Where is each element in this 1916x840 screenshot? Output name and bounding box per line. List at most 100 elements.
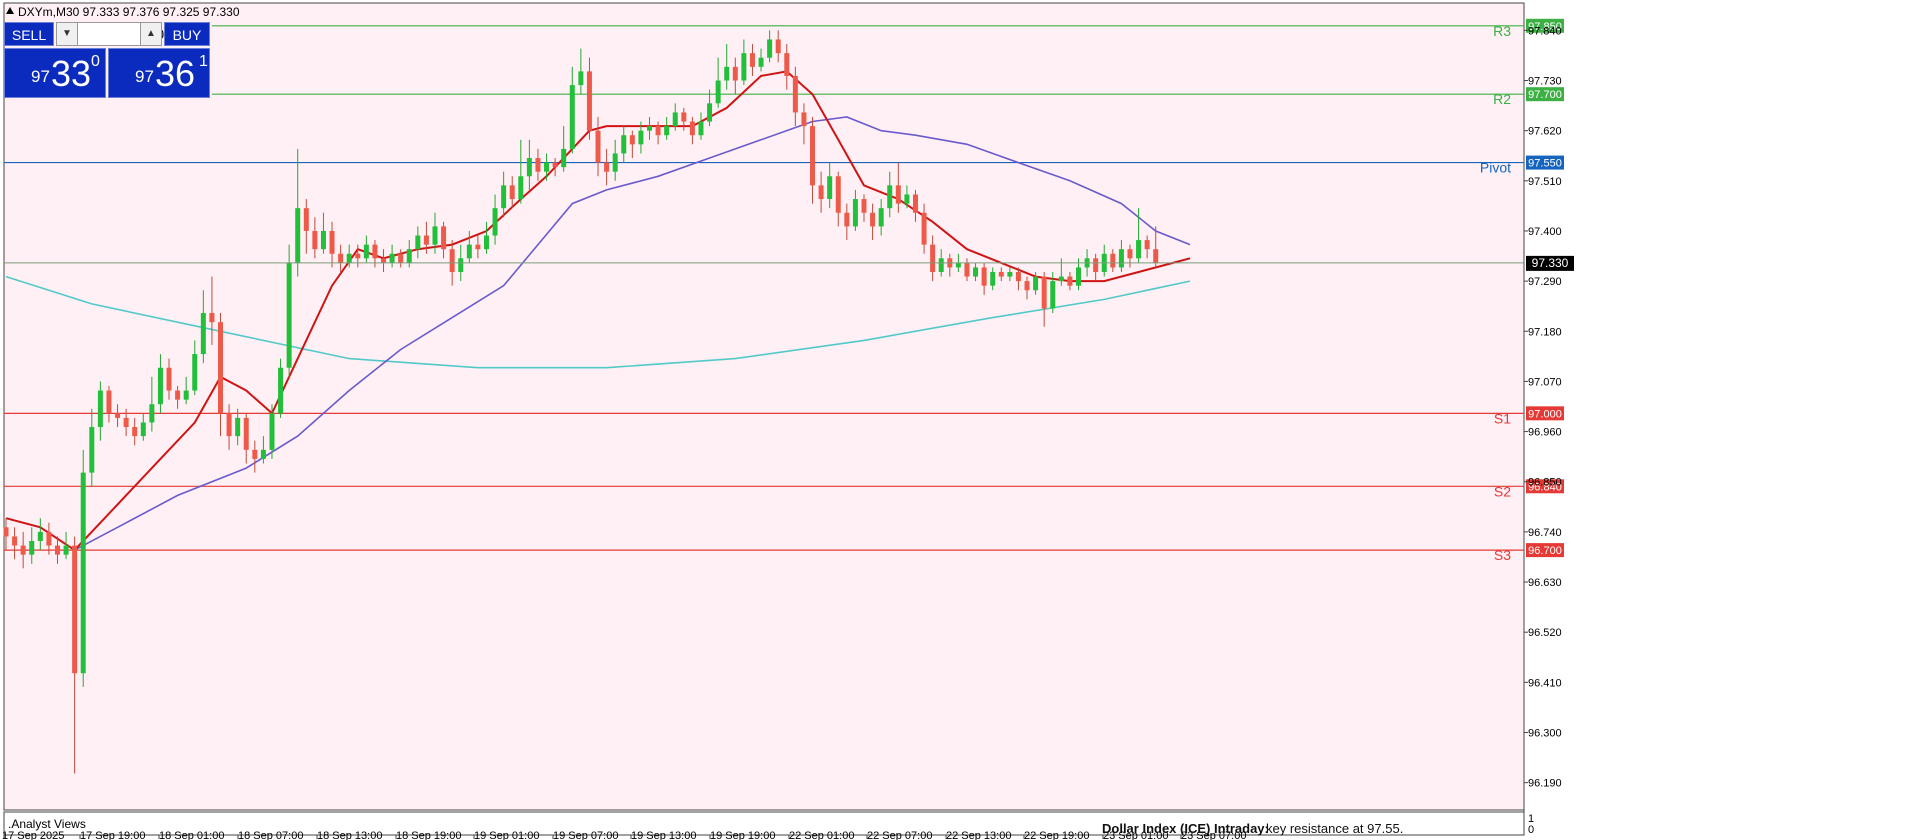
y-tick-label: 97.290: [1528, 276, 1562, 288]
candle-body: [724, 66, 730, 81]
sell-price-button[interactable]: 97 33 0: [4, 48, 106, 98]
buy-button[interactable]: BUY: [164, 22, 210, 46]
candle-body: [1024, 281, 1030, 291]
candle-body: [115, 413, 121, 418]
candle-body: [381, 258, 387, 263]
candle-body: [466, 244, 472, 259]
y-tick-label: 96.190: [1528, 778, 1562, 790]
candle-body: [844, 212, 850, 227]
candle-body: [1076, 267, 1081, 286]
candle-body: [827, 176, 833, 200]
candle-body: [183, 390, 189, 400]
buy-price-main: 36: [155, 53, 196, 94]
y-tick-label: 96.960: [1528, 427, 1562, 439]
candle-body: [749, 53, 755, 67]
candle-body: [569, 85, 575, 149]
volume-decrease-icon[interactable]: ▼: [56, 22, 78, 46]
candle-body: [801, 112, 807, 127]
candle-body: [157, 367, 163, 405]
candle-body: [895, 185, 901, 204]
candle-body: [312, 230, 318, 250]
y-tick-label: 96.300: [1528, 727, 1562, 739]
candle-body: [878, 208, 884, 227]
x-tick-label: 22 Sep 01:00: [789, 830, 854, 840]
x-tick-label: 19 Sep 19:00: [710, 830, 775, 840]
volume-increase-icon[interactable]: ▲: [140, 22, 162, 46]
candle-body: [123, 417, 129, 428]
candle-body: [218, 322, 223, 414]
x-tick-label: 19 Sep 13:00: [631, 830, 696, 840]
level-price-label-s1: 97.000: [1528, 408, 1562, 420]
candle-body: [818, 185, 824, 200]
candle-body: [938, 258, 944, 272]
candle-body: [981, 267, 987, 286]
candle-body: [664, 126, 670, 136]
candle-body: [1127, 249, 1133, 259]
sell-button[interactable]: SELL: [4, 22, 54, 46]
level-price-label-r2: 97.700: [1528, 89, 1562, 101]
plot-background: [3, 2, 1525, 811]
candle-body: [852, 199, 858, 227]
candle-body: [37, 531, 43, 541]
candle-body: [1144, 240, 1150, 250]
x-tick-label: 19 Sep 07:00: [553, 830, 618, 840]
y-tick-label: 97.510: [1528, 176, 1562, 188]
candle-body: [355, 253, 361, 259]
candle-body: [338, 253, 344, 263]
candle-body: [363, 244, 369, 259]
candle-body: [132, 427, 138, 437]
candle-body: [758, 57, 764, 67]
candle-body: [595, 130, 601, 163]
y-tick-label: 97.180: [1528, 326, 1562, 338]
x-tick-label: 18 Sep 13:00: [317, 830, 382, 840]
candle-body: [89, 427, 95, 473]
candle-body: [1136, 240, 1142, 259]
price-chart[interactable]: R3 97.850R2 97.700Pivot 97.550S1 97.000S2 96.…: [0, 0, 1916, 840]
x-tick-label: 17 Sep 19:00: [80, 830, 145, 840]
candle-body: [887, 185, 893, 209]
candle-body: [647, 126, 652, 131]
candle-body: [1110, 253, 1116, 268]
candle-body: [200, 313, 206, 355]
candle-body: [175, 390, 181, 400]
candle-body: [46, 531, 52, 546]
candle-body: [1050, 281, 1056, 309]
y-tick-label: 96.410: [1528, 677, 1562, 689]
level-name-s3: S3: [1494, 547, 1511, 563]
caption-bold: Dollar Index (ICE) Intraday:: [1102, 821, 1269, 836]
x-tick-label: 19 Sep 01:00: [474, 830, 539, 840]
candle-body: [998, 272, 1004, 277]
candle-body: [544, 162, 550, 172]
candle-body: [955, 262, 961, 268]
level-name-s2: S2: [1494, 483, 1511, 499]
x-tick-label: 18 Sep 07:00: [238, 830, 303, 840]
candle-body: [964, 262, 970, 277]
candle-body: [72, 545, 78, 674]
candle-body: [20, 545, 26, 555]
candle-body: [586, 71, 592, 131]
y-tick-label: 96.630: [1528, 577, 1562, 589]
level-name-r3: R3: [1493, 23, 1511, 39]
y-tick-label: 96.740: [1528, 527, 1562, 539]
candle-body: [1033, 276, 1039, 291]
sell-price-sup: 0: [91, 53, 100, 70]
candle-body: [398, 253, 404, 263]
candle-body: [1007, 272, 1013, 277]
candle-body: [252, 449, 258, 459]
buy-price-button[interactable]: 97 36 1: [108, 48, 210, 98]
candle-body: [441, 226, 447, 250]
candle-body: [295, 208, 301, 263]
candle-body: [904, 194, 910, 204]
candle-body: [483, 235, 489, 250]
candle-body: [501, 185, 507, 209]
candle-body: [166, 367, 172, 391]
candle-body: [243, 417, 249, 450]
sell-price-prefix: 97: [31, 67, 50, 86]
candle-body: [775, 39, 781, 54]
buy-price-prefix: 97: [135, 67, 154, 86]
candle-body: [629, 135, 635, 145]
candle-body: [458, 258, 464, 272]
candle-body: [681, 112, 687, 122]
candle-body: [209, 313, 215, 323]
symbol-header: DXYm,M30 97.333 97.376 97.325 97.330: [18, 5, 240, 19]
